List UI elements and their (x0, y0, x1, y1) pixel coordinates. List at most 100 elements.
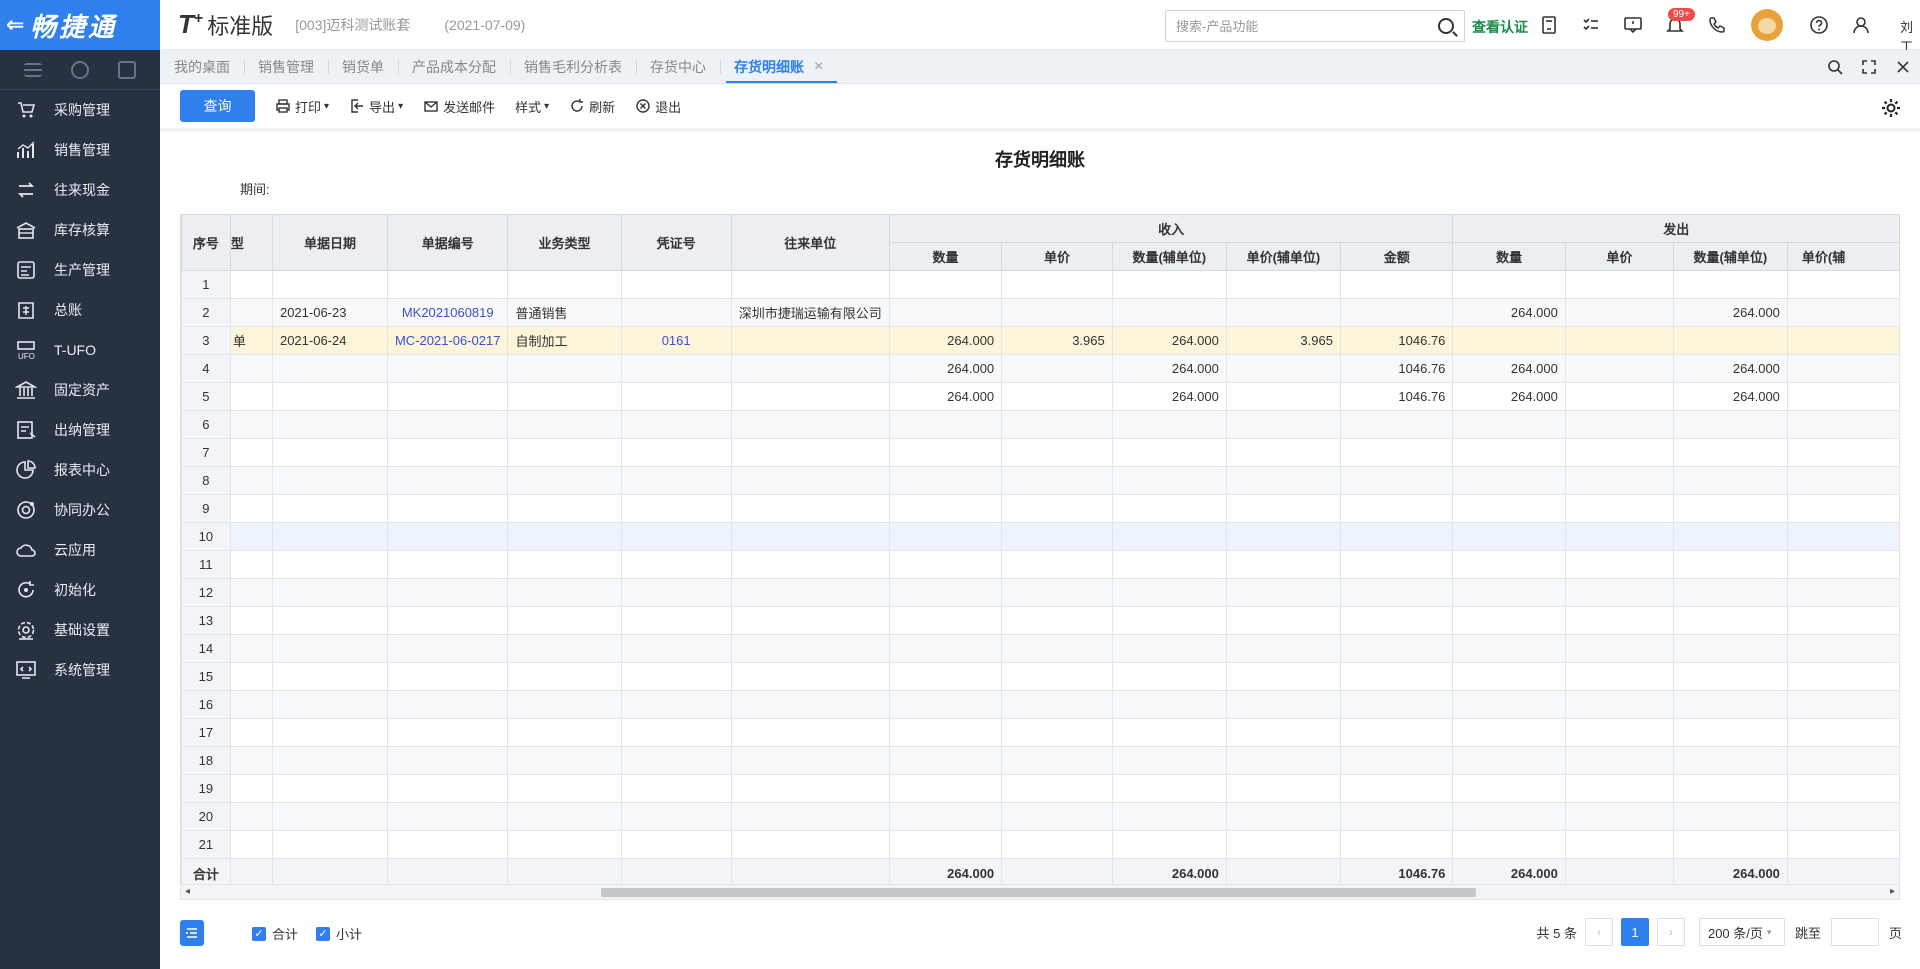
header-doc-type[interactable]: 型 (229, 214, 273, 271)
cell-no[interactable] (386, 270, 509, 299)
phone-icon[interactable] (1706, 14, 1728, 36)
sidebar-item-5[interactable]: 总账 (0, 290, 160, 330)
header-doc-date[interactable]: 单据日期 (271, 214, 388, 271)
cell-voucher[interactable] (620, 634, 732, 663)
style-button[interactable]: 样式 ▾ (515, 97, 549, 116)
column-menu-button[interactable] (180, 920, 204, 946)
back-arrow-icon[interactable]: ⇐ (6, 12, 30, 38)
search-menu-icon[interactable] (70, 60, 89, 79)
table-row[interactable]: 5 264.000 264.000 1046.76 264.000 264.000 (181, 382, 1900, 411)
cell-no[interactable] (386, 718, 509, 747)
sidebar-item-2[interactable]: 往来现金 (0, 170, 160, 210)
table-row[interactable]: 8 (181, 466, 1900, 495)
sidebar-item-8[interactable]: 出纳管理 (0, 410, 160, 450)
sidebar-item-0[interactable]: 采购管理 (0, 90, 160, 130)
table-row[interactable]: 6 (181, 410, 1900, 439)
calculator-icon[interactable] (1538, 14, 1560, 36)
cell-no[interactable]: MC-2021-06-0217 (386, 326, 509, 355)
scroll-left-icon[interactable]: ◂ (185, 885, 190, 899)
total-checkbox[interactable]: ✓ 合计 (252, 924, 298, 943)
refresh-button[interactable]: 刷新 (569, 97, 615, 116)
cell-voucher[interactable] (620, 466, 732, 495)
close-all-icon[interactable] (1886, 50, 1920, 84)
gear-icon[interactable] (1880, 97, 1902, 119)
cell-no[interactable] (386, 578, 509, 607)
table-row[interactable]: 20 (181, 802, 1900, 831)
cell-voucher[interactable] (620, 718, 732, 747)
table-row[interactable]: 10 (181, 522, 1900, 551)
prev-page-button[interactable]: ‹ (1584, 918, 1613, 946)
tab-2[interactable]: 销货单 (328, 50, 398, 83)
header-in-col[interactable]: 单价 (1001, 242, 1113, 271)
cell-voucher[interactable] (620, 382, 732, 411)
print-button[interactable]: 打印 ▾ (275, 97, 329, 116)
sidebar-item-14[interactable]: 系统管理 (0, 650, 160, 690)
cell-no[interactable]: MK2021060819 (386, 298, 509, 327)
sidebar-item-13[interactable]: 基础设置 (0, 610, 160, 650)
cell-voucher[interactable] (620, 774, 732, 803)
table-row[interactable]: 15 (181, 662, 1900, 691)
cell-no[interactable] (386, 522, 509, 551)
page-size-select[interactable]: 200 条/页 ▾ (1698, 918, 1785, 946)
task-list-icon[interactable] (1580, 14, 1602, 36)
header-out-col[interactable]: 单价 (1564, 242, 1674, 271)
table-row[interactable]: 11 (181, 550, 1900, 579)
current-page[interactable]: 1 (1620, 918, 1649, 946)
cell-voucher[interactable] (620, 298, 732, 327)
sidebar-item-7[interactable]: 固定资产 (0, 370, 160, 410)
table-row[interactable]: 3 单 2021-06-24 MC-2021-06-0217 自制加工 0161 264.0… (181, 326, 1900, 355)
cell-voucher[interactable] (620, 802, 732, 831)
cell-no[interactable] (386, 802, 509, 831)
search-box[interactable] (1165, 10, 1465, 42)
cell-no[interactable] (386, 382, 509, 411)
cell-voucher[interactable] (620, 270, 732, 299)
search-input[interactable] (1176, 18, 1438, 34)
header-biz-type[interactable]: 业务类型 (507, 214, 622, 271)
cell-no[interactable] (386, 830, 509, 859)
cell-voucher[interactable]: 0161 (620, 326, 732, 355)
table-row[interactable]: 4 264.000 264.000 1046.76 264.000 264.000 (181, 354, 1900, 383)
header-seq[interactable]: 序号 (181, 214, 231, 271)
header-out-col[interactable]: 数量(辅单位) (1672, 242, 1788, 271)
search-icon[interactable] (1438, 18, 1454, 34)
tab-5[interactable]: 存货中心 (636, 50, 720, 83)
sidebar-item-11[interactable]: 云应用 (0, 530, 160, 570)
sidebar-item-10[interactable]: 协同办公 (0, 490, 160, 530)
cell-no[interactable] (386, 438, 509, 467)
cell-no[interactable] (386, 746, 509, 775)
header-out-col[interactable]: 数量 (1452, 242, 1566, 271)
tab-4[interactable]: 销售毛利分析表 (510, 50, 636, 83)
cell-voucher[interactable] (620, 746, 732, 775)
sidebar-item-4[interactable]: 生产管理 (0, 250, 160, 290)
menu-icon[interactable] (24, 62, 43, 77)
cell-voucher[interactable] (620, 438, 732, 467)
cell-voucher[interactable] (620, 578, 732, 607)
cell-no[interactable] (386, 550, 509, 579)
check-icon[interactable]: ✓ (252, 926, 266, 941)
cell-voucher[interactable] (620, 690, 732, 719)
table-row[interactable]: 16 (181, 690, 1900, 719)
table-row[interactable]: 18 (181, 746, 1900, 775)
header-in-col[interactable]: 金额 (1339, 242, 1454, 271)
check-icon[interactable]: ✓ (316, 926, 330, 941)
jump-page-input[interactable] (1830, 918, 1879, 946)
tab-0[interactable]: 我的桌面 (160, 50, 244, 83)
table-row[interactable]: 19 (181, 774, 1900, 803)
cell-voucher[interactable] (620, 606, 732, 635)
header-doc-no[interactable]: 单据编号 (386, 214, 509, 271)
subtotal-checkbox[interactable]: ✓ 小计 (316, 924, 362, 943)
cell-no[interactable] (386, 354, 509, 383)
header-in-col[interactable]: 数量 (888, 242, 1003, 271)
message-icon[interactable] (1622, 14, 1644, 36)
table-row[interactable]: 9 (181, 494, 1900, 523)
header-out-col[interactable]: 单价(辅 (1786, 242, 1900, 271)
user-icon[interactable] (1850, 14, 1872, 36)
cell-voucher[interactable] (620, 522, 732, 551)
cell-no[interactable] (386, 662, 509, 691)
table-row[interactable]: 14 (181, 634, 1900, 663)
table-row[interactable]: 2 2021-06-23 MK2021060819 普通销售 深圳市捷瑞运输有限公司 26… (181, 298, 1900, 327)
exit-button[interactable]: 退出 (635, 97, 681, 116)
cell-voucher[interactable] (620, 410, 732, 439)
sidebar-item-12[interactable]: 初始化 (0, 570, 160, 610)
table-row[interactable]: 12 (181, 578, 1900, 607)
